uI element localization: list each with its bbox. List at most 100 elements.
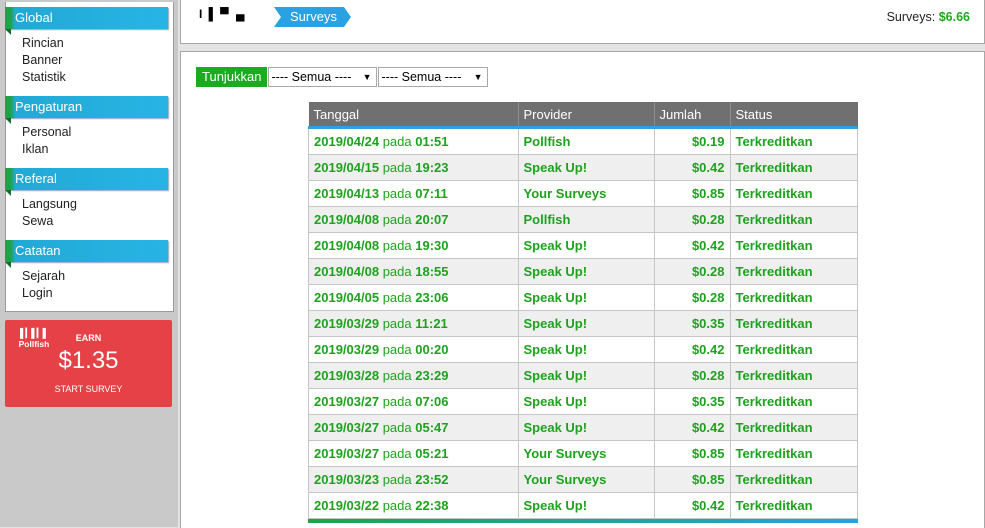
time-value: 07:06 — [415, 394, 449, 409]
sidebar-item-login[interactable]: Login — [22, 285, 173, 302]
cell-date: 2019/04/05 pada 23:06 — [308, 284, 519, 311]
cell-date: 2019/03/29 pada 11:21 — [308, 310, 519, 337]
pada-label: pada — [382, 342, 412, 357]
table-row: 2019/03/28 pada 23:29 Speak Up! $0.28 Terkr… — [308, 362, 858, 389]
menu-group-referal: Referal Langsung Sewa — [5, 168, 173, 230]
table-row: 2019/04/08 pada 18:55 Speak Up! $0.28 Terkr… — [308, 258, 858, 285]
cell-status: Terkreditkan — [729, 388, 858, 415]
cell-amount: $0.28 — [653, 206, 731, 233]
time-value: 23:06 — [415, 290, 449, 305]
cell-status: Terkreditkan — [729, 154, 858, 181]
cell-date: 2019/03/27 pada 05:47 — [308, 414, 519, 441]
cell-provider: Speak Up! — [517, 232, 655, 259]
status-select-value: ---- Semua ---- — [381, 70, 462, 84]
pada-label: pada — [382, 446, 412, 461]
sidebar-item-sewa[interactable]: Sewa — [22, 213, 173, 230]
cell-provider: Pollfish — [517, 127, 655, 155]
column-header-jumlah[interactable]: Jumlah — [654, 102, 731, 129]
cell-provider: Your Surveys — [517, 440, 655, 467]
column-header-tanggal[interactable]: Tanggal — [308, 102, 519, 129]
cell-date: 2019/04/08 pada 18:55 — [308, 258, 519, 285]
cell-date: 2019/03/23 pada 23:52 — [308, 466, 519, 493]
cell-amount: $0.42 — [653, 336, 731, 363]
cell-provider: Speak Up! — [517, 388, 655, 415]
date-value: 2019/04/05 — [314, 290, 380, 305]
pada-label: pada — [382, 498, 412, 513]
table-row: 2019/03/29 pada 11:21 Speak Up! $0.35 Terkr… — [308, 310, 858, 337]
date-value: 2019/04/13 — [314, 186, 380, 201]
date-value: 2019/04/08 — [314, 264, 380, 279]
pollfish-survey-ad[interactable]: ▌▎▌▎▌ Pollfish EARN $1.35 START SURVEY — [5, 320, 172, 407]
date-value: 2019/04/08 — [314, 238, 380, 253]
table-body: 2019/04/24 pada 01:51 Pollfish $0.19 Terkre… — [308, 127, 858, 519]
cell-provider: Your Surveys — [517, 180, 655, 207]
sidebar-item-rincian[interactable]: Rincian — [22, 35, 173, 52]
show-button[interactable]: Tunjukkan — [196, 67, 267, 87]
cell-provider: Speak Up! — [517, 336, 655, 363]
table-row: 2019/04/24 pada 01:51 Pollfish $0.19 Terkre… — [308, 127, 858, 155]
cell-date: 2019/04/24 pada 01:51 — [308, 127, 519, 155]
date-value: 2019/03/28 — [314, 368, 380, 383]
cell-provider: Your Surveys — [517, 466, 655, 493]
sidebar-item-langsung[interactable]: Langsung — [22, 196, 173, 213]
cell-date: 2019/03/27 pada 05:21 — [308, 440, 519, 467]
menu-heading-catatan: Catatan — [5, 240, 168, 268]
column-header-provider[interactable]: Provider — [518, 102, 655, 129]
time-value: 00:20 — [415, 342, 449, 357]
sidebar-item-personal[interactable]: Personal — [22, 124, 173, 141]
sidebar-item-iklan[interactable]: Iklan — [22, 141, 173, 158]
provider-select[interactable]: ---- Semua ---- ▼ — [267, 67, 377, 87]
pada-label: pada — [382, 160, 412, 175]
balance-label: Surveys: — [886, 10, 936, 24]
pada-label: pada — [382, 420, 412, 435]
menu-heading-referal: Referal — [5, 168, 168, 196]
cell-amount: $0.35 — [653, 388, 731, 415]
time-value: 22:38 — [415, 498, 449, 513]
time-value: 23:52 — [415, 472, 449, 487]
table-row: 2019/04/13 pada 07:11 Your Surveys $0.85 Te… — [308, 180, 858, 207]
pada-label: pada — [382, 134, 412, 149]
sidebar-item-statistik[interactable]: Statistik — [22, 69, 173, 86]
sidebar-item-sejarah[interactable]: Sejarah — [22, 268, 173, 285]
table-row: 2019/03/23 pada 23:52 Your Surveys $0.85 Te… — [308, 466, 858, 493]
time-value: 05:47 — [415, 420, 449, 435]
filter-bar: Tunjukkan ---- Semua ---- ▼ ---- Semua -… — [196, 67, 488, 87]
cell-status: Terkreditkan — [729, 180, 858, 207]
cell-amount: $0.42 — [653, 232, 731, 259]
breadcrumb-surveys[interactable]: Surveys — [274, 7, 351, 27]
left-column: Global Rincian Banner Statistik Pengatur… — [0, 0, 178, 527]
cell-date: 2019/03/29 pada 00:20 — [308, 336, 519, 363]
start-survey-button[interactable]: START SURVEY — [5, 384, 172, 394]
cell-provider: Speak Up! — [517, 154, 655, 181]
survey-history-table: Tanggal Provider Jumlah Status 2019/04/2… — [308, 102, 858, 519]
sidebar-menu: Global Rincian Banner Statistik Pengatur… — [5, 2, 174, 312]
pada-label: pada — [382, 316, 412, 331]
cell-status: Terkreditkan — [729, 336, 858, 363]
sidebar-item-banner[interactable]: Banner — [22, 52, 173, 69]
time-value: 19:23 — [415, 160, 449, 175]
breadcrumb-username[interactable]: I▐ ▀ ▄ — [199, 7, 247, 27]
cell-date: 2019/04/08 pada 19:30 — [308, 232, 519, 259]
cell-date: 2019/03/28 pada 23:29 — [308, 362, 519, 389]
cell-amount: $0.19 — [653, 127, 731, 155]
cell-date: 2019/04/08 pada 20:07 — [308, 206, 519, 233]
pada-label: pada — [382, 394, 412, 409]
cell-date: 2019/04/13 pada 07:11 — [308, 180, 519, 207]
chevron-down-icon: ▼ — [473, 72, 483, 82]
table-row: 2019/03/27 pada 05:21 Your Surveys $0.85 Te… — [308, 440, 858, 467]
cell-provider: Speak Up! — [517, 362, 655, 389]
time-value: 19:30 — [415, 238, 449, 253]
pada-label: pada — [382, 368, 412, 383]
cell-status: Terkreditkan — [729, 362, 858, 389]
cell-status: Terkreditkan — [729, 466, 858, 493]
table-row: 2019/04/05 pada 23:06 Speak Up! $0.28 Terkr… — [308, 284, 858, 311]
cell-status: Terkreditkan — [729, 310, 858, 337]
column-header-status[interactable]: Status — [730, 102, 858, 129]
pada-label: pada — [382, 264, 412, 279]
date-value: 2019/03/23 — [314, 472, 380, 487]
status-select[interactable]: ---- Semua ---- ▼ — [377, 67, 488, 87]
top-bar: I▐ ▀ ▄ Surveys Surveys: $6.66 — [180, 0, 985, 44]
cell-provider: Speak Up! — [517, 258, 655, 285]
cell-status: Terkreditkan — [729, 258, 858, 285]
cell-amount: $0.42 — [653, 414, 731, 441]
